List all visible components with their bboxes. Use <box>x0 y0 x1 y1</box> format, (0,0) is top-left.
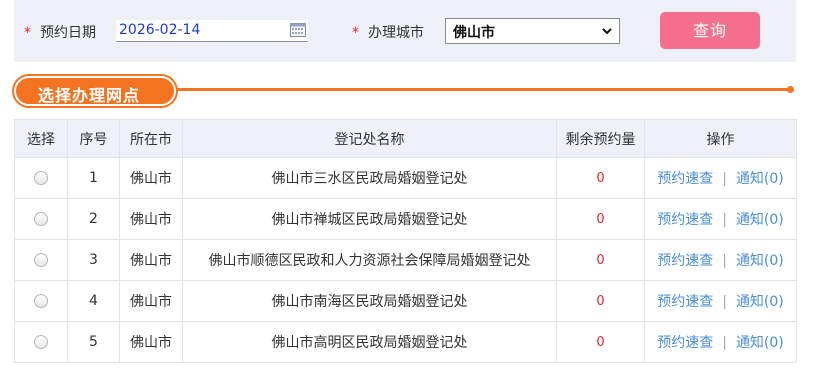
table-row: 3 佛山市 佛山市顺德区民政和人力资源社会保障局婚姻登记处 0 预约速查 | 通知(… <box>14 239 797 281</box>
row-office-name: 佛山市禅城区民政局婚姻登记处 <box>182 198 557 240</box>
quick-check-link[interactable]: 预约速查 <box>657 171 713 187</box>
query-button[interactable]: 查询 <box>660 12 760 49</box>
date-value: 2026-02-14 <box>119 22 201 38</box>
column-header-number: 序号 <box>67 119 120 158</box>
row-radio[interactable] <box>34 253 48 267</box>
date-input[interactable]: 2026-02-14 <box>116 20 308 42</box>
table-row: 2 佛山市 佛山市禅城区民政局婚姻登记处 0 预约速查 | 通知(0) <box>14 198 797 240</box>
row-office-name: 佛山市顺德区民政和人力资源社会保障局婚姻登记处 <box>182 239 557 281</box>
notice-link[interactable]: 通知(0) <box>736 335 784 351</box>
section-tab: 选择办理网点 <box>14 76 176 106</box>
table-row: 5 佛山市 佛山市高明区民政局婚姻登记处 0 预约速查 | 通知(0) <box>14 321 797 363</box>
office-table: 选择 序号 所在市 登记处名称 剩余预约量 操作 1 佛山市 佛山市三水区民政局… <box>14 119 797 363</box>
city-label: 办理城市 <box>368 25 424 41</box>
section-divider <box>154 88 790 91</box>
table-row: 4 佛山市 佛山市南海区民政局婚姻登记处 0 预约速查 | 通知(0) <box>14 280 797 322</box>
required-marker: * <box>24 25 31 41</box>
row-radio[interactable] <box>34 212 48 226</box>
row-city: 佛山市 <box>119 280 183 322</box>
notice-link[interactable]: 通知(0) <box>736 253 784 269</box>
notice-link[interactable]: 通知(0) <box>736 212 784 228</box>
row-radio[interactable] <box>34 335 48 349</box>
table-header-row: 选择 序号 所在市 登记处名称 剩余预约量 操作 <box>14 119 797 158</box>
row-city: 佛山市 <box>119 239 183 281</box>
row-number: 1 <box>67 157 120 199</box>
row-radio[interactable] <box>34 171 48 185</box>
column-header-office-name: 登记处名称 <box>182 119 557 158</box>
action-separator: | <box>722 171 727 187</box>
notice-link[interactable]: 通知(0) <box>736 294 784 310</box>
section-title: 选择办理网点 <box>38 86 141 105</box>
quick-check-link[interactable]: 预约速查 <box>657 212 713 228</box>
quick-check-link[interactable]: 预约速查 <box>657 335 713 351</box>
column-header-select: 选择 <box>14 119 68 158</box>
row-office-name: 佛山市高明区民政局婚姻登记处 <box>182 321 557 363</box>
row-remaining: 0 <box>556 321 645 363</box>
column-header-city: 所在市 <box>119 119 183 158</box>
table-row: 1 佛山市 佛山市三水区民政局婚姻登记处 0 预约速查 | 通知(0) <box>14 157 797 199</box>
column-header-remaining: 剩余预约量 <box>556 119 645 158</box>
section-header: 选择办理网点 <box>14 76 796 106</box>
row-actions: 预约速查 | 通知(0) <box>644 198 797 240</box>
row-city: 佛山市 <box>119 321 183 363</box>
row-number: 2 <box>67 198 120 240</box>
row-office-name: 佛山市南海区民政局婚姻登记处 <box>182 280 557 322</box>
row-city: 佛山市 <box>119 157 183 199</box>
required-marker: * <box>352 25 359 41</box>
row-actions: 预约速查 | 通知(0) <box>644 239 797 281</box>
calendar-icon[interactable] <box>290 23 306 37</box>
city-selected-value: 佛山市 <box>453 25 495 41</box>
quick-check-link[interactable]: 预约速查 <box>657 253 713 269</box>
row-remaining: 0 <box>556 198 645 240</box>
quick-check-link[interactable]: 预约速查 <box>657 294 713 310</box>
date-label: 预约日期 <box>40 25 96 41</box>
city-select[interactable]: 佛山市 <box>445 18 620 44</box>
row-radio[interactable] <box>34 294 48 308</box>
action-separator: | <box>722 335 727 351</box>
row-city: 佛山市 <box>119 198 183 240</box>
column-header-actions: 操作 <box>644 119 797 158</box>
section-divider-dot <box>787 86 794 93</box>
action-separator: | <box>722 253 727 269</box>
row-actions: 预约速查 | 通知(0) <box>644 280 797 322</box>
action-separator: | <box>722 212 727 228</box>
row-number: 4 <box>67 280 120 322</box>
notice-link[interactable]: 通知(0) <box>736 171 784 187</box>
row-actions: 预约速查 | 通知(0) <box>644 321 797 363</box>
action-separator: | <box>722 294 727 310</box>
row-remaining: 0 <box>556 280 645 322</box>
row-actions: 预约速查 | 通知(0) <box>644 157 797 199</box>
row-remaining: 0 <box>556 239 645 281</box>
search-filter-bar: * 预约日期 2026-02-14 * 办理城市 佛山市 查询 <box>14 0 796 62</box>
row-office-name: 佛山市三水区民政局婚姻登记处 <box>182 157 557 199</box>
row-remaining: 0 <box>556 157 645 199</box>
chevron-down-icon <box>602 28 612 35</box>
row-number: 5 <box>67 321 120 363</box>
row-number: 3 <box>67 239 120 281</box>
